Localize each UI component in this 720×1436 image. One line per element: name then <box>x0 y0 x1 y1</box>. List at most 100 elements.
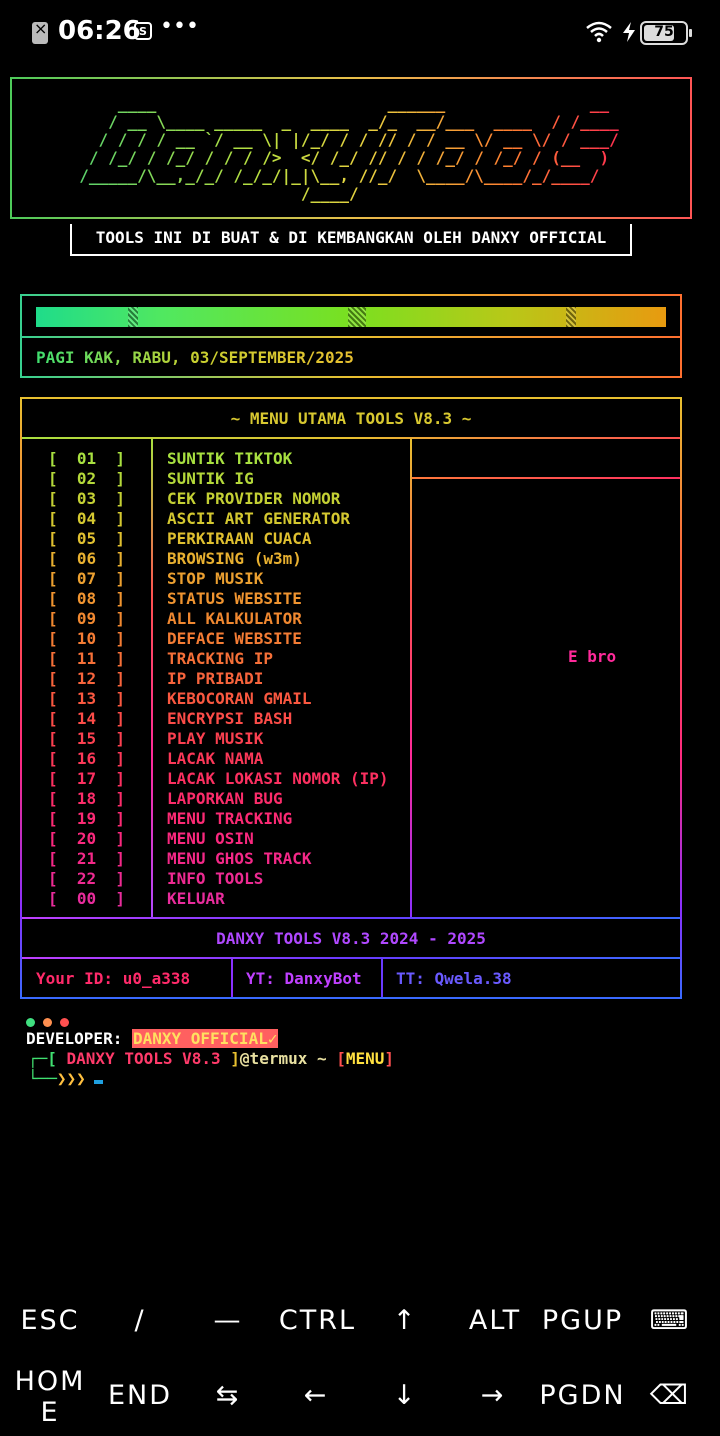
menu-item-label[interactable]: ENCRYPSI BASH <box>167 709 389 729</box>
menu-item-number: [ 22 ] <box>48 869 126 888</box>
more-notifications-icon: ••• <box>160 14 199 39</box>
menu-item-number: [ 12 ] <box>48 669 126 688</box>
backspace-icon[interactable]: ⌫ <box>630 1380 710 1411</box>
key-tab[interactable]: ⇆ <box>188 1380 268 1411</box>
youtube-handle: YT: DanxyBot <box>246 969 362 988</box>
menu-item-label[interactable]: LACAK NAMA <box>167 749 389 769</box>
credit-box: TOOLS INI DI BUAT & DI KEMBANGKAN OLEH D… <box>70 224 632 256</box>
user-id: Your ID: u0_a338 <box>36 969 191 988</box>
menu-item-number: [ 01 ] <box>48 449 126 468</box>
clock: 06:26 <box>58 16 141 46</box>
menu-item-label[interactable]: MENU GHOS TRACK <box>167 849 389 869</box>
side-panel-text: E bro <box>568 647 617 666</box>
menu-item-label[interactable]: ALL KALKULATOR <box>167 609 389 629</box>
menu-item-number: [ 00 ] <box>48 889 126 908</box>
menu-item-number: [ 19 ] <box>48 809 126 828</box>
key-end[interactable]: END <box>100 1380 180 1411</box>
developer-name: DANXY OFFICIAL✓ <box>131 1029 279 1048</box>
key-up[interactable]: ↑ <box>365 1305 445 1336</box>
key-ctrl[interactable]: CTRL <box>270 1305 365 1336</box>
color-progress-bar <box>36 307 666 327</box>
key-alt[interactable]: ALT <box>455 1305 535 1336</box>
menu-item-number: [ 21 ] <box>48 849 126 868</box>
menu-item-number: [ 07 ] <box>48 569 126 588</box>
screenshot-icon: S <box>134 22 152 40</box>
menu-labels: SUNTIK TIKTOK SUNTIK IG CEK PROVIDER NOMOR… <box>167 449 389 909</box>
menu-item-label[interactable]: LAPORKAN BUG <box>167 789 389 809</box>
key-home[interactable]: HOME <box>10 1366 90 1428</box>
menu-item-number: [ 10 ] <box>48 629 126 648</box>
menu-item-number: [ 03 ] <box>48 489 126 508</box>
menu-item-number: [ 05 ] <box>48 529 126 548</box>
footer-title: DANXY TOOLS V8.3 2024 - 2025 <box>216 929 486 948</box>
greeting-text: PAGI KAK, RABU, 03/SEPTEMBER/2025 <box>36 348 354 367</box>
menu-item-label[interactable]: DEFACE WEBSITE <box>167 629 389 649</box>
main-menu-box: ~ MENU UTAMA TOOLS V8.3 ~ [ 01 ][ 02 ][ … <box>20 397 682 999</box>
key-down[interactable]: ↓ <box>365 1380 445 1411</box>
menu-item-label[interactable]: PERKIRAAN CUACA <box>167 529 389 549</box>
menu-item-number: [ 13 ] <box>48 689 126 708</box>
menu-item-number: [ 18 ] <box>48 789 126 808</box>
prompt-menu-close: ] <box>384 1049 395 1068</box>
charging-icon <box>623 22 635 42</box>
prompt-bracket-close: ] <box>220 1049 240 1068</box>
menu-item-label[interactable]: TRACKING IP <box>167 649 389 669</box>
menu-item-label[interactable]: STOP MUSIK <box>167 569 389 589</box>
wifi-icon <box>586 21 612 43</box>
key-esc[interactable]: ESC <box>10 1305 90 1336</box>
menu-numbers: [ 01 ][ 02 ][ 03 ][ 04 ][ 05 ][ 06 ][ 07… <box>48 449 125 909</box>
menu-item-number: [ 14 ] <box>48 709 126 728</box>
no-sim-icon <box>32 19 48 44</box>
tiktok-handle: TT: Qwela.38 <box>396 969 512 988</box>
menu-item-label[interactable]: KEBOCORAN GMAIL <box>167 689 389 709</box>
key-dash[interactable]: — <box>188 1305 268 1336</box>
battery-indicator: 75 <box>640 21 692 45</box>
menu-item-label[interactable]: IP PRIBADI <box>167 669 389 689</box>
menu-item-label[interactable]: PLAY MUSIK <box>167 729 389 749</box>
menu-item-number: [ 09 ] <box>48 609 126 628</box>
prompt-line: ┌─[ DANXY TOOLS V8.3 ]@termux ~ [MENU] <box>28 1049 394 1068</box>
menu-item-label[interactable]: ASCII ART GENERATOR <box>167 509 389 529</box>
greeting-box: PAGI KAK, RABU, 03/SEPTEMBER/2025 <box>20 294 682 378</box>
orange-dot <box>43 1018 52 1027</box>
menu-item-label[interactable]: KELUAR <box>167 889 389 909</box>
menu-item-label[interactable]: STATUS WEBSITE <box>167 589 389 609</box>
prompt-bracket-open: ┌─[ <box>28 1049 67 1068</box>
menu-item-number: [ 11 ] <box>48 649 126 668</box>
prompt-menu: MENU <box>345 1049 385 1068</box>
key-pgup[interactable]: PGUP <box>535 1305 630 1336</box>
menu-item-label[interactable]: INFO TOOLS <box>167 869 389 889</box>
battery-level: 75 <box>654 24 674 40</box>
prompt-host: @termux ~ <box>239 1049 337 1068</box>
key-left[interactable]: ← <box>276 1380 356 1411</box>
menu-item-number: [ 08 ] <box>48 589 126 608</box>
menu-item-label[interactable]: CEK PROVIDER NOMOR <box>167 489 389 509</box>
menu-item-number: [ 04 ] <box>48 509 126 528</box>
prompt-corner: └── <box>28 1069 57 1088</box>
key-pgdn[interactable]: PGDN <box>535 1380 630 1411</box>
input-line[interactable]: └──❯❯❯ <box>28 1069 103 1088</box>
key-slash[interactable]: / <box>100 1305 180 1336</box>
keyboard-icon[interactable]: ⌨ <box>630 1305 710 1336</box>
menu-item-number: [ 16 ] <box>48 749 126 768</box>
menu-item-number: [ 20 ] <box>48 829 126 848</box>
text-cursor <box>93 1080 103 1084</box>
green-dot <box>26 1018 35 1027</box>
menu-item-label[interactable]: SUNTIK IG <box>167 469 389 489</box>
prompt-tool-name: DANXY TOOLS V8.3 <box>66 1049 221 1068</box>
menu-item-label[interactable]: LACAK LOKASI NOMOR (IP) <box>167 769 389 789</box>
svg-text:S: S <box>139 25 147 38</box>
prompt-arrows: ❯❯❯ <box>56 1069 86 1088</box>
key-right[interactable]: → <box>453 1380 533 1411</box>
menu-item-label[interactable]: SUNTIK TIKTOK <box>167 449 389 469</box>
prompt-menu-open: [ <box>336 1049 346 1068</box>
developer-label: DEVELOPER: <box>26 1029 132 1048</box>
menu-item-number: [ 15 ] <box>48 729 126 748</box>
menu-item-number: [ 17 ] <box>48 769 126 788</box>
menu-item-label[interactable]: MENU TRACKING <box>167 809 389 829</box>
menu-item-label[interactable]: BROWSING (w3m) <box>167 549 389 569</box>
menu-item-number: [ 02 ] <box>48 469 126 488</box>
red-dot <box>60 1018 69 1027</box>
menu-item-label[interactable]: MENU OSIN <box>167 829 389 849</box>
menu-title: ~ MENU UTAMA TOOLS V8.3 ~ <box>230 409 472 428</box>
